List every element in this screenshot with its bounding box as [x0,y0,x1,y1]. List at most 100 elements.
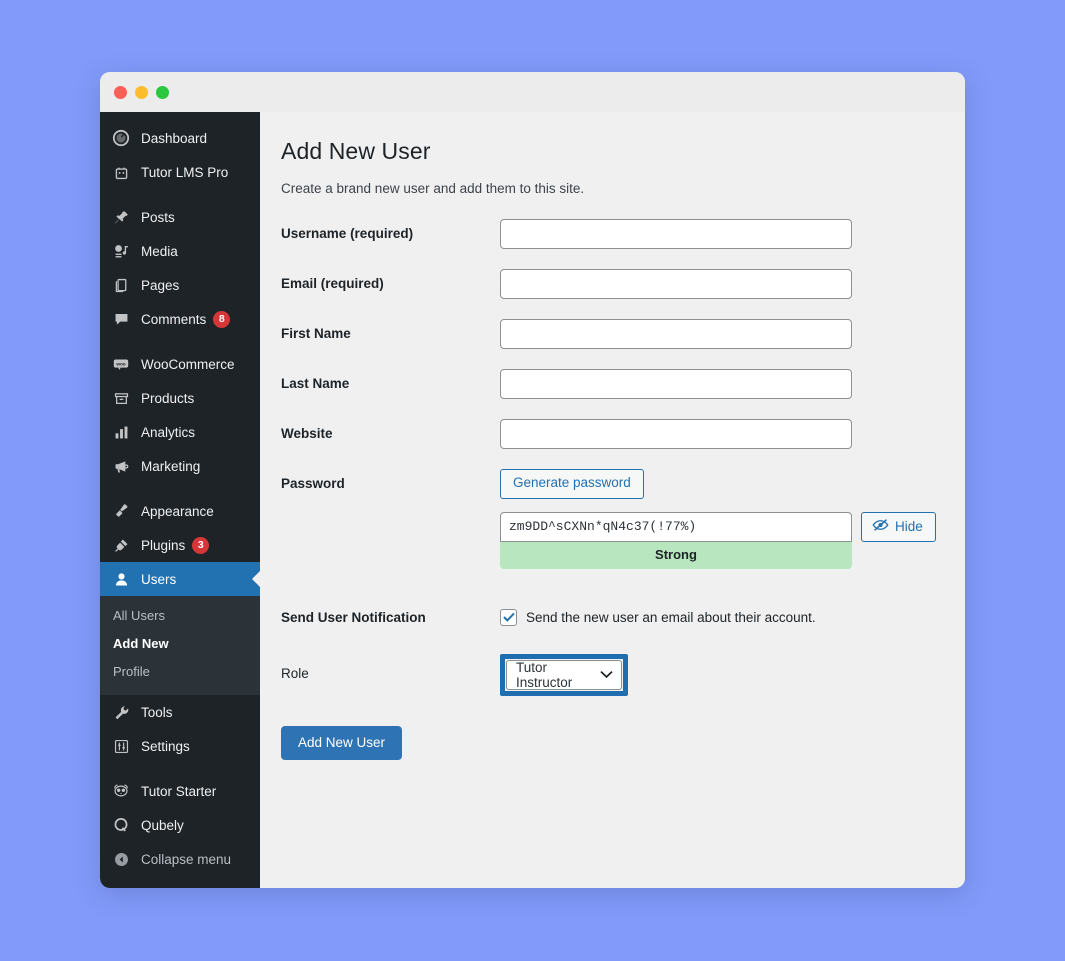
main-content: Add New User Create a brand new user and… [260,112,965,888]
woocommerce-icon: woo [111,354,131,374]
send-notification-label: Send User Notification [281,609,426,625]
pin-icon [111,207,131,227]
email-label: Email (required) [280,269,500,291]
sidebar-item-tutor-starter[interactable]: Tutor Starter [100,774,260,808]
role-select[interactable]: Tutor Instructor [506,659,622,690]
sidebar-item-label: WooCommerce [141,356,235,372]
owl-icon [111,781,131,801]
field-row-username: Username (required) [280,219,935,249]
sidebar-item-label: Pages [141,277,180,293]
hide-password-label: Hide [895,519,923,535]
first-name-input[interactable] [500,319,852,349]
sidebar-item-label: Tutor LMS Pro [141,164,229,180]
sidebar-item-label: Dashboard [141,130,208,146]
sidebar-item-label: Comments [141,311,207,327]
sidebar-subitem-add-new[interactable]: Add New [100,630,260,658]
qubely-icon [111,815,131,835]
email-input[interactable] [500,269,852,299]
users-submenu: All Users Add New Profile [100,596,260,695]
sidebar-item-settings[interactable]: Settings [100,729,260,763]
sidebar-item-label: Appearance [141,503,214,519]
sidebar-item-products[interactable]: Products [100,381,260,415]
sidebar-item-analytics[interactable]: Analytics [100,415,260,449]
field-row-email: Email (required) [280,269,935,299]
paintbrush-icon [111,501,131,521]
svg-text:woo: woo [115,361,125,366]
sidebar-subitem-label: Add New [113,636,169,651]
sidebar-subitem-label: Profile [113,664,150,679]
sidebar-item-label: Tutor Starter [141,783,217,799]
username-required-note: (required) [350,226,414,241]
sidebar-item-label: Plugins [141,537,186,553]
username-label: Username (required) [280,219,500,241]
username-input[interactable] [500,219,852,249]
generate-password-button[interactable]: Generate password [500,469,644,499]
sidebar-subitem-profile[interactable]: Profile [100,658,260,686]
sidebar-item-comments[interactable]: Comments 8 [100,302,260,336]
hide-password-button[interactable]: Hide [861,511,936,542]
sidebar-item-label: Posts [141,209,175,225]
user-icon [111,569,131,589]
analytics-icon [111,422,131,442]
close-window-button[interactable] [114,85,127,99]
megaphone-icon [111,456,131,476]
sidebar-divider [100,483,260,494]
maximize-window-button[interactable] [156,85,169,99]
sidebar-item-marketing[interactable]: Marketing [100,449,260,483]
sidebar-item-label: Analytics [141,424,196,440]
dashboard-icon [111,128,131,148]
last-name-input[interactable] [500,369,852,399]
sidebar-item-label: Collapse menu [141,851,232,867]
sidebar-item-woocommerce[interactable]: woo WooCommerce [100,347,260,381]
sidebar-item-qubely[interactable]: Qubely [100,808,260,842]
field-row-last-name: Last Name [280,369,935,399]
pages-icon [111,275,131,295]
field-row-role: Role Tutor Instructor [280,652,935,696]
role-selected-value: Tutor Instructor [516,659,573,690]
sidebar-item-posts[interactable]: Posts [100,200,260,234]
admin-sidebar: Dashboard Tutor LMS Pro Posts Media Page… [100,112,260,888]
send-notification-checkbox-label: Send the new user an email about their a… [526,609,816,625]
media-icon [111,241,131,261]
role-focus-highlight: Tutor Instructor [500,653,628,696]
sidebar-item-users[interactable]: Users [100,562,260,596]
role-label: Role [281,665,309,681]
last-name-label: Last Name [281,376,350,391]
password-label: Password [281,476,345,491]
password-input[interactable] [500,511,852,542]
submit-row: Add New User [280,725,935,761]
browser-window: Dashboard Tutor LMS Pro Posts Media Page… [100,72,965,888]
sidebar-subitem-all-users[interactable]: All Users [100,602,260,630]
add-new-user-button[interactable]: Add New User [281,725,403,761]
sidebar-item-tutor-lms-pro[interactable]: Tutor LMS Pro [100,155,260,189]
sidebar-item-label: Qubely [141,817,184,833]
email-required-note: (required) [320,276,384,291]
password-strength-indicator: Strong [500,541,852,569]
sidebar-item-label: Marketing [141,458,201,474]
sidebar-item-dashboard[interactable]: Dashboard [100,121,260,155]
sidebar-item-label: Users [141,571,177,587]
sidebar-item-plugins[interactable]: Plugins 3 [100,528,260,562]
send-notification-checkbox[interactable] [500,608,517,626]
products-icon [111,388,131,408]
tutor-lms-icon [111,162,131,182]
comment-icon [111,309,131,329]
first-name-label: First Name [281,326,351,341]
field-row-first-name: First Name [280,319,935,349]
field-row-website: Website [280,419,935,449]
plugins-badge: 3 [192,536,210,554]
wrench-icon [111,702,131,722]
minimize-window-button[interactable] [135,85,148,99]
sidebar-item-media[interactable]: Media [100,234,260,268]
field-row-send-notification: Send User Notification Send the new user… [280,603,935,626]
password-entry-group: Strong Hide [500,511,936,569]
sidebar-divider [100,189,260,200]
sidebar-item-pages[interactable]: Pages [100,268,260,302]
field-row-password: Password Generate password Strong [280,469,936,569]
sidebar-item-appearance[interactable]: Appearance [100,494,260,528]
page-title: Add New User [281,138,431,164]
sidebar-item-tools[interactable]: Tools [100,695,260,729]
website-input[interactable] [500,419,852,449]
collapse-arrow-icon [111,849,131,869]
sidebar-item-collapse-menu[interactable]: Collapse menu [100,842,260,876]
